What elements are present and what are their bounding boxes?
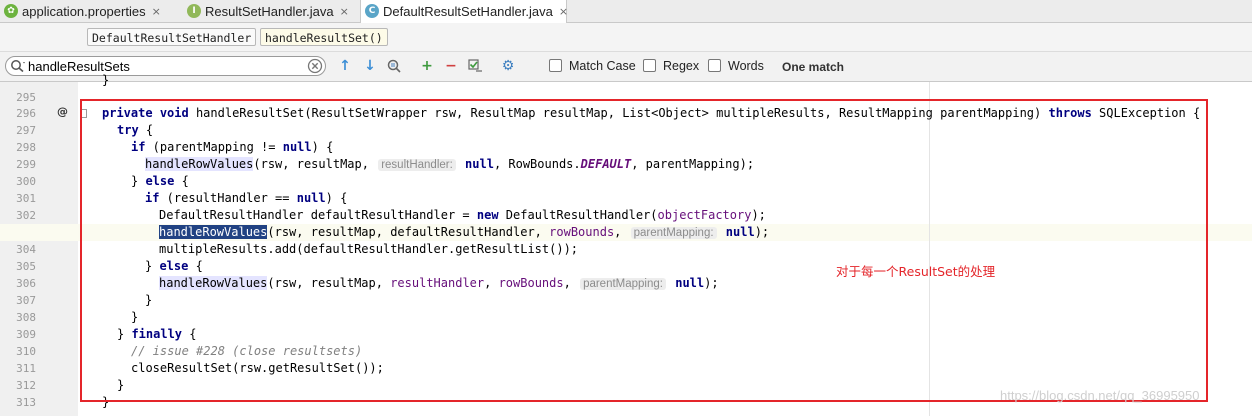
line-number: 295 <box>16 91 36 104</box>
close-icon[interactable]: × <box>340 5 349 18</box>
code-line-295: } <box>102 73 110 87</box>
class-icon: C <box>365 4 379 18</box>
select-all-occurrences-icon[interactable] <box>467 58 483 74</box>
override-marker-icon[interactable]: @ <box>57 105 68 118</box>
words-checkbox[interactable] <box>708 59 721 72</box>
line-number: 298 <box>16 141 36 154</box>
tab-label: DefaultResultSetHandler.java <box>383 3 553 19</box>
line-number: 300 <box>16 175 36 188</box>
line-number: 311 <box>16 362 36 375</box>
line-number: 306 <box>16 277 36 290</box>
remove-occurrence-icon[interactable]: − <box>443 58 459 74</box>
line-number: 304 <box>16 243 36 256</box>
next-occurrence-icon[interactable]: ↓ <box>362 58 378 74</box>
tab-application-properties[interactable]: ✿ application.properties × <box>0 0 178 22</box>
regex-label[interactable]: Regex <box>663 59 699 73</box>
words-label[interactable]: Words <box>728 59 764 73</box>
previous-occurrence-icon[interactable]: ↑ <box>337 58 353 74</box>
regex-checkbox[interactable] <box>643 59 656 72</box>
code-editor[interactable]: 295 296 297 298 299 300 301 302 303 304 … <box>0 73 1252 416</box>
watermark: https://blog.csdn.net/qq_36995950 <box>1000 388 1200 403</box>
search-icon[interactable] <box>10 59 26 73</box>
close-icon[interactable]: × <box>559 5 568 18</box>
tab-label: application.properties <box>22 3 146 19</box>
annotation-text: 对于每一个ResultSet的处理 <box>836 264 996 279</box>
interface-icon: I <box>187 4 201 18</box>
line-number: 309 <box>16 328 36 341</box>
line-number: 297 <box>16 124 36 137</box>
line-number: 307 <box>16 294 36 307</box>
add-occurrence-icon[interactable]: + <box>419 58 435 74</box>
find-all-icon[interactable] <box>386 58 402 74</box>
line-number-gutter: 295 296 297 298 299 300 301 302 303 304 … <box>0 82 78 416</box>
line-number: 308 <box>16 311 36 324</box>
filter-settings-icon[interactable]: ⚙ <box>500 58 516 74</box>
line-number: 299 <box>16 158 36 171</box>
line-number: 313 <box>16 396 36 409</box>
line-number: 301 <box>16 192 36 205</box>
annotation-box <box>80 99 1208 402</box>
breadcrumb: DefaultResultSetHandler handleResultSet(… <box>0 23 1252 52</box>
search-input[interactable] <box>28 58 293 74</box>
match-case-label[interactable]: Match Case <box>569 59 636 73</box>
match-case-checkbox[interactable] <box>549 59 562 72</box>
search-box <box>5 56 326 76</box>
line-number: 296 <box>16 107 36 120</box>
tab-defaultresultsethandler[interactable]: C DefaultResultSetHandler.java × <box>360 0 568 23</box>
breadcrumb-class[interactable]: DefaultResultSetHandler <box>87 28 257 46</box>
line-number: 312 <box>16 379 36 392</box>
editor-tab-bar: ✿ application.properties × I ResultSetHa… <box>0 0 1252 23</box>
breadcrumb-method[interactable]: handleResultSet() <box>260 28 388 46</box>
clear-icon[interactable] <box>307 58 323 74</box>
line-number: 305 <box>16 260 36 273</box>
line-number: 310 <box>16 345 36 358</box>
spring-properties-icon: ✿ <box>4 4 18 18</box>
find-bar: ↑ ↓ + − ⚙ Match Case Regex Words One mat… <box>0 52 1252 82</box>
tab-label: ResultSetHandler.java <box>205 3 334 19</box>
line-number: 302 <box>16 209 36 222</box>
close-icon[interactable]: × <box>152 5 161 18</box>
tab-resultsethandler[interactable]: I ResultSetHandler.java × <box>183 0 355 22</box>
match-count: One match <box>782 60 845 74</box>
